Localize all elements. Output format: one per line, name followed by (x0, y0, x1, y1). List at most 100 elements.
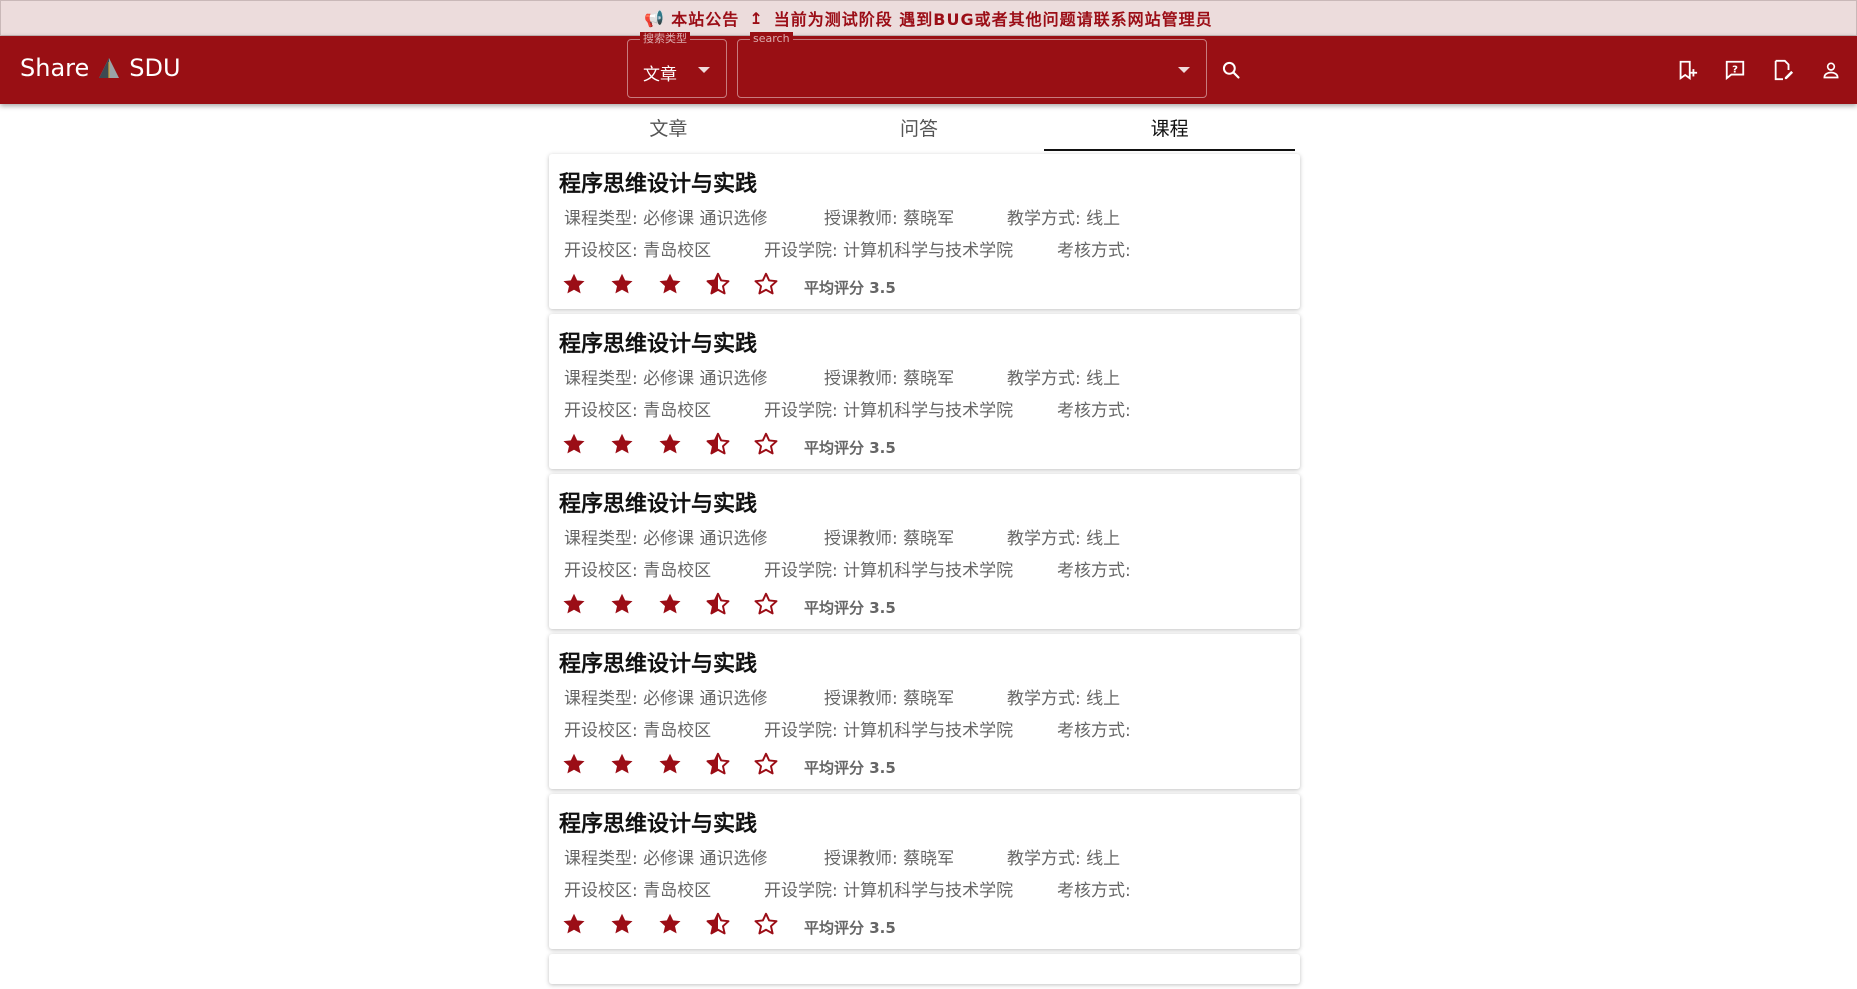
course-card[interactable]: 程序思维设计与实践 课程类型: 必修课 通识选修 授课教师: 蔡晓军 教学方式:… (549, 154, 1300, 309)
course-title[interactable]: 程序思维设计与实践 (559, 486, 757, 518)
chevron-down-icon (698, 67, 710, 73)
course-campus: 开设校区: 青岛校区 (564, 881, 712, 901)
logo-icon (97, 56, 121, 80)
average-rating: 平均评分 3.5 (804, 279, 896, 297)
tab-qa[interactable]: 问答 (794, 106, 1045, 150)
star-half-icon[interactable] (705, 431, 731, 457)
course-campus: 开设校区: 青岛校区 (564, 401, 712, 421)
course-card[interactable]: 程序思维设计与实践 课程类型: 必修课 通识选修 授课教师: 蔡晓军 教学方式:… (549, 474, 1300, 629)
course-type: 课程类型: 必修课 通识选修 (564, 849, 768, 869)
star-half-icon[interactable] (705, 751, 731, 777)
course-exam: 考核方式: (1057, 241, 1131, 261)
person-icon[interactable] (1815, 54, 1847, 86)
course-teacher: 授课教师: 蔡晓军 (824, 529, 955, 549)
star-empty-icon[interactable] (753, 271, 779, 297)
brand[interactable]: Share SDU (20, 54, 181, 82)
course-mode: 教学方式: 线上 (1007, 689, 1121, 709)
course-teacher: 授课教师: 蔡晓军 (824, 849, 955, 869)
course-campus: 开设校区: 青岛校区 (564, 561, 712, 581)
course-campus: 开设校区: 青岛校区 (564, 241, 712, 261)
brand-sdu: SDU (129, 54, 181, 82)
megaphone-icon: 📢 (644, 8, 666, 28)
course-college: 开设学院: 计算机科学与技术学院 (764, 721, 1014, 741)
course-mode: 教学方式: 线上 (1007, 849, 1121, 869)
star-half-icon[interactable] (705, 271, 731, 297)
announcement-text: 当前为测试阶段 遇到BUG或者其他问题请联系网站管理员 (773, 10, 1213, 29)
average-rating: 平均评分 3.5 (804, 439, 896, 457)
star-empty-icon[interactable] (753, 431, 779, 457)
svg-text:?: ? (1732, 64, 1738, 75)
course-college: 开设学院: 计算机科学与技术学院 (764, 241, 1014, 261)
course-exam: 考核方式: (1057, 401, 1131, 421)
course-mode: 教学方式: 线上 (1007, 529, 1121, 549)
search-field-label: search (750, 32, 793, 46)
star-full-icon[interactable] (609, 911, 635, 937)
search-type-value: 文章 (643, 65, 677, 85)
course-title[interactable]: 程序思维设计与实践 (559, 646, 757, 678)
course-type: 课程类型: 必修课 通识选修 (564, 529, 768, 549)
star-full-icon[interactable] (657, 911, 683, 937)
course-list: 程序思维设计与实践 课程类型: 必修课 通识选修 授课教师: 蔡晓军 教学方式:… (549, 154, 1300, 989)
star-full-icon[interactable] (561, 751, 587, 777)
course-college: 开设学院: 计算机科学与技术学院 (764, 561, 1014, 581)
course-college: 开设学院: 计算机科学与技术学院 (764, 401, 1014, 421)
average-rating: 平均评分 3.5 (804, 599, 896, 617)
star-empty-icon[interactable] (753, 751, 779, 777)
course-teacher: 授课教师: 蔡晓军 (824, 209, 955, 229)
course-card[interactable]: 程序思维设计与实践 课程类型: 必修课 通识选修 授课教师: 蔡晓军 教学方式:… (549, 314, 1300, 469)
tab-courses[interactable]: 课程 (1044, 106, 1295, 151)
star-half-icon[interactable] (705, 591, 731, 617)
app-bar: Share SDU 搜索类型 文章 search ? (0, 32, 1857, 104)
chevron-down-icon[interactable] (1178, 67, 1190, 73)
star-empty-icon[interactable] (753, 591, 779, 617)
course-mode: 教学方式: 线上 (1007, 209, 1121, 229)
search-type-select[interactable]: 搜索类型 文章 (627, 32, 727, 98)
brand-share: Share (20, 54, 90, 82)
arrow-icon: ↥ (749, 8, 764, 28)
search-field[interactable]: search (737, 32, 1207, 98)
search-type-label: 搜索类型 (640, 32, 690, 46)
course-card[interactable]: 程序思维设计与实践 课程类型: 必修课 通识选修 授课教师: 蔡晓军 教学方式:… (549, 794, 1300, 949)
course-exam: 考核方式: (1057, 721, 1131, 741)
average-rating: 平均评分 3.5 (804, 759, 896, 777)
course-title[interactable]: 程序思维设计与实践 (559, 326, 757, 358)
search-input[interactable] (750, 54, 1170, 84)
bookmark-add-icon[interactable] (1671, 54, 1703, 86)
course-title[interactable]: 程序思维设计与实践 (559, 806, 757, 838)
course-mode: 教学方式: 线上 (1007, 369, 1121, 389)
edit-note-icon[interactable] (1767, 54, 1799, 86)
star-full-icon[interactable] (657, 751, 683, 777)
question-icon[interactable]: ? (1719, 54, 1751, 86)
course-type: 课程类型: 必修课 通识选修 (564, 209, 768, 229)
star-empty-icon[interactable] (753, 911, 779, 937)
course-type: 课程类型: 必修课 通识选修 (564, 369, 768, 389)
star-full-icon[interactable] (561, 271, 587, 297)
star-full-icon[interactable] (609, 751, 635, 777)
search-icon[interactable] (1215, 54, 1247, 86)
star-full-icon[interactable] (609, 431, 635, 457)
course-exam: 考核方式: (1057, 561, 1131, 581)
star-full-icon[interactable] (561, 431, 587, 457)
announcement-bar: 📢 本站公告 ↥ 当前为测试阶段 遇到BUG或者其他问题请联系网站管理员 (0, 0, 1857, 36)
star-full-icon[interactable] (609, 271, 635, 297)
course-exam: 考核方式: (1057, 881, 1131, 901)
star-full-icon[interactable] (657, 271, 683, 297)
course-title[interactable]: 程序思维设计与实践 (559, 166, 757, 198)
star-half-icon[interactable] (705, 911, 731, 937)
star-full-icon[interactable] (657, 431, 683, 457)
star-full-icon[interactable] (561, 591, 587, 617)
content-tabs: 文章 问答 课程 (543, 106, 1295, 151)
star-full-icon[interactable] (657, 591, 683, 617)
announcement-label: 本站公告 (671, 10, 740, 29)
course-teacher: 授课教师: 蔡晓军 (824, 689, 955, 709)
star-full-icon[interactable] (561, 911, 587, 937)
tab-articles[interactable]: 文章 (543, 106, 794, 150)
course-card[interactable] (549, 954, 1300, 984)
course-teacher: 授课教师: 蔡晓军 (824, 369, 955, 389)
course-college: 开设学院: 计算机科学与技术学院 (764, 881, 1014, 901)
average-rating: 平均评分 3.5 (804, 919, 896, 937)
course-type: 课程类型: 必修课 通识选修 (564, 689, 768, 709)
star-full-icon[interactable] (609, 591, 635, 617)
course-campus: 开设校区: 青岛校区 (564, 721, 712, 741)
course-card[interactable]: 程序思维设计与实践 课程类型: 必修课 通识选修 授课教师: 蔡晓军 教学方式:… (549, 634, 1300, 789)
